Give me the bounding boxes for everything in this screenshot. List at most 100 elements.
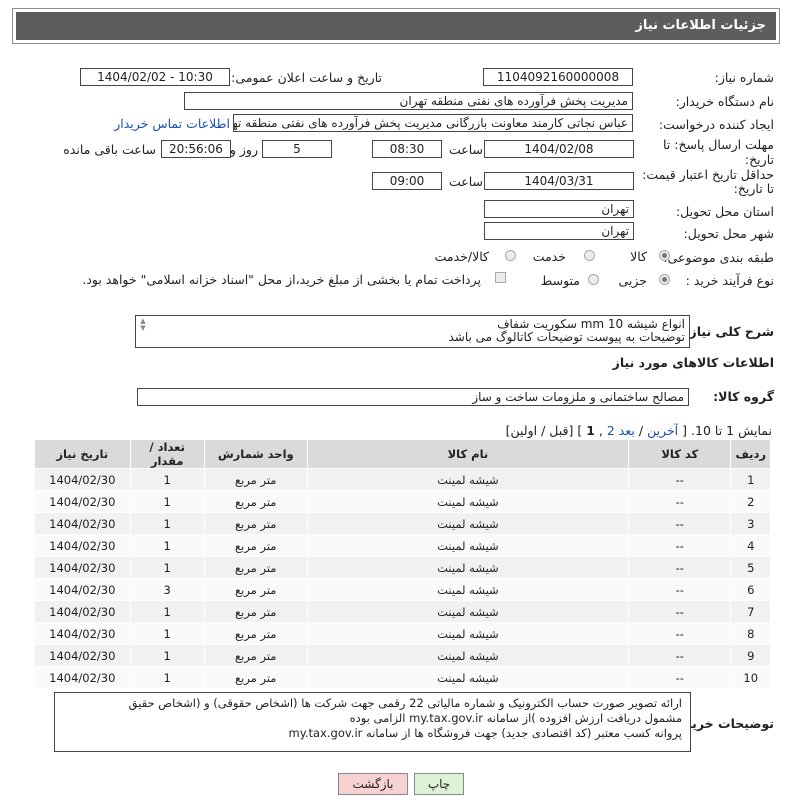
col-header-item-name[interactable]: نام کالا [306, 439, 630, 469]
cell-need-date: 1404/02/30 [34, 622, 131, 645]
price-validity-date-field[interactable]: 1404/03/31 [484, 172, 634, 190]
description-textarea[interactable]: انواع شیشه mm 10 سکوریت شفاف توضیحات به … [135, 315, 690, 348]
process-radio-medium[interactable] [588, 274, 599, 285]
buyer-notes-line-2: مشمول دریافت ارزش افزوده )از سامانه my.t… [349, 711, 682, 725]
delivery-province-field[interactable]: تهران [484, 200, 634, 218]
process-radio-minor[interactable] [659, 274, 670, 285]
cell-row-number: 8 [730, 622, 771, 645]
pager-showing: نمایش 1 تا 10. [691, 423, 772, 438]
table-row[interactable]: 6 -- شیشه لمینت متر مربع 3 1404/02/30 [34, 578, 771, 601]
pager-separator: / [638, 423, 644, 438]
cell-need-date: 1404/02/30 [34, 644, 131, 667]
cell-quantity: 1 [129, 644, 205, 667]
table-row[interactable]: 3 -- شیشه لمینت متر مربع 1 1404/02/30 [34, 512, 771, 535]
cell-item-code: -- [628, 512, 732, 535]
buyer-contact-link[interactable]: اطلاعات تماس خریدار [114, 116, 230, 131]
category-radio-service[interactable] [584, 250, 595, 261]
cell-quantity: 1 [129, 600, 205, 623]
creator-label: ایجاد کننده درخواست: [658, 117, 774, 132]
response-date-field[interactable]: 1404/02/08 [484, 140, 634, 158]
price-validity-time-label: ساعت [448, 174, 483, 189]
table-row[interactable]: 10 -- شیشه لمینت متر مربع 1 1404/02/30 [34, 666, 771, 689]
cell-quantity: 3 [129, 578, 205, 601]
table-row[interactable]: 5 -- شیشه لمینت متر مربع 1 1404/02/30 [34, 556, 771, 579]
pager-current-page: 1 [586, 423, 595, 438]
cell-quantity: 1 [129, 512, 205, 535]
category-radio-goods[interactable] [659, 250, 670, 261]
cell-item-name: شیشه لمینت [306, 512, 630, 535]
table-header-row: ردیف کد کالا نام کالا واحد شمارش تعداد /… [34, 439, 771, 469]
creator-field[interactable]: عباس نجاتی کارمند معاونت بازرگانی مدیریت… [233, 114, 633, 132]
pager-page-2-link[interactable]: 2 [607, 423, 615, 438]
cell-item-name: شیشه لمینت [306, 666, 630, 689]
cell-quantity: 1 [129, 468, 205, 491]
cell-unit: متر مربع [203, 622, 308, 645]
announce-datetime-label: تاریخ و ساعت اعلان عمومی: [231, 70, 382, 85]
cell-item-name: شیشه لمینت [306, 534, 630, 557]
remaining-time-field[interactable]: 20:56:06 [161, 140, 231, 158]
table-row[interactable]: 1 -- شیشه لمینت متر مربع 1 1404/02/30 [34, 468, 771, 491]
price-validity-time-field[interactable]: 09:00 [372, 172, 442, 190]
table-row[interactable]: 4 -- شیشه لمینت متر مربع 1 1404/02/30 [34, 534, 771, 557]
col-header-unit[interactable]: واحد شمارش [203, 439, 308, 469]
items-table: ردیف کد کالا نام کالا واحد شمارش تعداد /… [34, 439, 771, 689]
category-radio-goods-service[interactable] [505, 250, 516, 261]
col-header-row-number[interactable]: ردیف [730, 439, 771, 469]
response-time-field[interactable]: 08:30 [372, 140, 442, 158]
cell-item-code: -- [628, 622, 732, 645]
days-field[interactable]: 5 [262, 140, 332, 158]
cell-need-date: 1404/02/30 [34, 666, 131, 689]
cell-item-code: -- [628, 666, 732, 689]
goods-group-label: گروه کالا: [713, 389, 774, 404]
table-row[interactable]: 9 -- شیشه لمینت متر مربع 1 1404/02/30 [34, 644, 771, 667]
category-option-goods: کالا [630, 249, 647, 264]
cell-unit: متر مربع [203, 600, 308, 623]
need-number-field[interactable]: 1104092160000008 [483, 68, 633, 86]
table-row[interactable]: 8 -- شیشه لمینت متر مربع 1 1404/02/30 [34, 622, 771, 645]
table-row[interactable]: 7 -- شیشه لمینت متر مربع 1 1404/02/30 [34, 600, 771, 623]
cell-quantity: 1 [129, 622, 205, 645]
cell-need-date: 1404/02/30 [34, 600, 131, 623]
process-type-label: نوع فرآیند خرید : [685, 273, 774, 288]
cell-item-name: شیشه لمینت [306, 578, 630, 601]
pager-next-link[interactable]: بعد [619, 423, 635, 438]
back-button[interactable]: بازگشت [338, 773, 408, 795]
goods-group-field[interactable]: مصالح ساختمانی و ملزومات ساخت و ساز [137, 388, 689, 406]
cell-row-number: 4 [730, 534, 771, 557]
buyer-notes-textarea[interactable]: ارائه تصویر صورت حساب الکترونیک و شماره … [54, 692, 691, 752]
cell-unit: متر مربع [203, 666, 308, 689]
cell-need-date: 1404/02/30 [34, 512, 131, 535]
description-label: شرح کلی نیاز: [684, 324, 774, 339]
cell-item-code: -- [628, 490, 732, 513]
cell-row-number: 3 [730, 512, 771, 535]
delivery-province-label: استان محل تحویل: [675, 204, 774, 219]
treasury-payment-checkbox[interactable] [495, 272, 506, 283]
delivery-city-field[interactable]: تهران [484, 222, 634, 240]
cell-unit: متر مربع [203, 512, 308, 535]
response-time-label: ساعت [448, 142, 483, 157]
description-line-2: توضیحات به پیوست توضیحات کاتالوگ می باشد [448, 330, 686, 344]
col-header-item-code[interactable]: کد کالا [628, 439, 732, 469]
cell-need-date: 1404/02/30 [34, 490, 131, 513]
cell-item-code: -- [628, 534, 732, 557]
cell-quantity: 1 [129, 666, 205, 689]
scroll-arrows-icon[interactable]: ▲ ▼ [138, 318, 148, 332]
pager-open: [ [682, 423, 688, 438]
cell-item-name: شیشه لمینت [306, 468, 630, 491]
cell-row-number: 7 [730, 600, 771, 623]
cell-item-name: شیشه لمینت [306, 644, 630, 667]
col-header-quantity[interactable]: تعداد / مقدار [129, 439, 205, 469]
pager-comma: , [598, 423, 603, 438]
delivery-city-label: شهر محل تحویل: [683, 226, 774, 241]
page-title: جزئیات اطلاعات نیاز [16, 12, 776, 40]
cell-item-code: -- [628, 644, 732, 667]
need-number-label: شماره نیاز: [714, 70, 774, 85]
cell-row-number: 5 [730, 556, 771, 579]
pager-last-link[interactable]: آخرین [647, 423, 678, 438]
table-row[interactable]: 2 -- شیشه لمینت متر مربع 1 1404/02/30 [34, 490, 771, 513]
cell-unit: متر مربع [203, 490, 308, 513]
buyer-org-field[interactable]: مدیریت پخش فرآورده های نفتی منطقه تهران [184, 92, 633, 110]
col-header-need-date[interactable]: تاریخ نیاز [34, 439, 131, 469]
announce-datetime-field[interactable]: 1404/02/02 - 10:30 [80, 68, 230, 86]
print-button[interactable]: چاپ [414, 773, 464, 795]
